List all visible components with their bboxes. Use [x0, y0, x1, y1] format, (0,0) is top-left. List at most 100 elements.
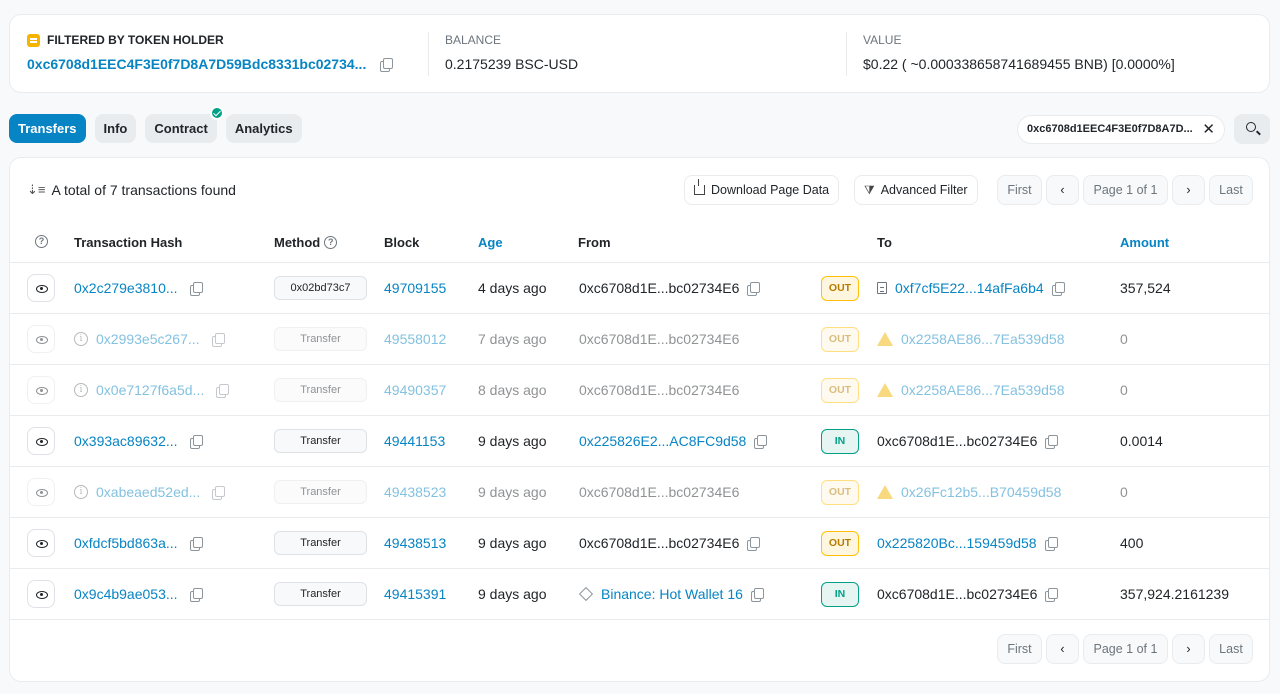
preview-eye-button[interactable]: [27, 274, 55, 302]
block-link[interactable]: 49558012: [384, 331, 446, 347]
prev-page-button[interactable]: ‹: [1046, 175, 1079, 205]
close-icon[interactable]: ✕: [1202, 116, 1215, 143]
amount-value: 400: [1120, 535, 1144, 551]
advanced-filter-button[interactable]: ⧩ Advanced Filter: [854, 175, 978, 205]
sort-icon: ⇣≡: [27, 182, 46, 197]
copy-icon[interactable]: [380, 57, 394, 72]
from-address-link[interactable]: 0x225826E2...AC8FC9d58: [579, 433, 746, 449]
token-holder-summary: FILTERED BY TOKEN HOLDER 0xc6708d1EEC4F3…: [9, 14, 1270, 93]
copy-icon[interactable]: [189, 536, 203, 551]
preview-eye-button[interactable]: [27, 427, 55, 455]
value-section: VALUE $0.22 ( ~0.000338658741689455 BNB)…: [846, 15, 1266, 92]
from-address: 0xc6708d1E...bc02734E6: [579, 382, 740, 398]
address-filter-chip: 0xc6708d1EEC4F3E0f7D8A7D... ✕: [1017, 115, 1225, 144]
copy-icon[interactable]: [189, 434, 203, 449]
method-badge: Transfer: [274, 531, 367, 555]
question-icon[interactable]: ?: [324, 236, 338, 249]
to-address-link[interactable]: 0x2258AE86...7Ea539d58: [901, 382, 1064, 398]
preview-eye-button[interactable]: [27, 325, 55, 353]
download-page-data-button[interactable]: Download Page Data: [684, 175, 840, 205]
method-badge: Transfer: [274, 582, 367, 606]
copy-icon[interactable]: [189, 281, 203, 296]
copy-icon[interactable]: [1045, 587, 1059, 602]
block-link[interactable]: 49438523: [384, 484, 446, 500]
copy-icon[interactable]: [754, 434, 768, 449]
to-address-link[interactable]: 0x225820Bc...159459d58: [877, 535, 1037, 551]
copy-icon[interactable]: [216, 383, 230, 398]
preview-eye-button[interactable]: [27, 580, 55, 608]
amount-value: 0: [1120, 484, 1128, 500]
search-button[interactable]: [1234, 114, 1270, 144]
info-icon: i: [74, 485, 88, 499]
tab-info[interactable]: Info: [94, 114, 137, 143]
tab-transfers[interactable]: Transfers: [9, 114, 86, 143]
table-row: 0x2c279e3810... 0x02bd73c7 49709155 4 da…: [10, 263, 1269, 314]
first-page-button[interactable]: First: [997, 175, 1042, 205]
amount-value: 357,524: [1120, 280, 1171, 296]
method-badge: Transfer: [274, 480, 367, 504]
header-amount[interactable]: Amount: [1120, 235, 1169, 250]
filter-chip-label: 0xc6708d1EEC4F3E0f7D8A7D...: [1027, 123, 1193, 135]
table-row: 0x393ac89632... Transfer 49441153 9 days…: [10, 416, 1269, 467]
tab-analytics[interactable]: Analytics: [225, 114, 302, 143]
tab-bar: Transfers Info Contract Analytics: [9, 106, 302, 143]
last-page-button-bottom[interactable]: Last: [1209, 634, 1253, 664]
copy-icon[interactable]: [189, 587, 203, 602]
from-address-link[interactable]: Binance: Hot Wallet 16: [601, 586, 743, 602]
header-age[interactable]: Age: [478, 235, 503, 250]
tx-hash-link[interactable]: 0x393ac89632...: [74, 433, 178, 449]
to-address-link[interactable]: 0x2258AE86...7Ea539d58: [901, 331, 1064, 347]
tx-hash-link[interactable]: 0x0e7127f6a5d...: [96, 382, 204, 398]
first-page-button-bottom[interactable]: First: [997, 634, 1042, 664]
tab-contract[interactable]: Contract: [145, 106, 224, 143]
table-row: 0x9c4b9ae053... Transfer 49415391 9 days…: [10, 569, 1269, 620]
copy-icon[interactable]: [212, 485, 226, 500]
to-address: 0xc6708d1E...bc02734E6: [877, 586, 1038, 602]
to-address-link[interactable]: 0xf7cf5E22...14afFa6b4: [895, 280, 1044, 296]
block-link[interactable]: 49438513: [384, 535, 446, 551]
amount-value: 0: [1120, 331, 1128, 347]
total-count-text: A total of 7 transactions found: [51, 182, 236, 198]
to-address-link[interactable]: 0x26Fc12b5...B70459d58: [901, 484, 1061, 500]
table-row: i 0x2993e5c267... Transfer 49558012 7 day…: [10, 314, 1269, 365]
tx-hash-link[interactable]: 0xabeaed52ed...: [96, 484, 200, 500]
copy-icon[interactable]: [211, 332, 225, 347]
preview-eye-button[interactable]: [27, 376, 55, 404]
balance-value: 0.2175239 BSC-USD: [445, 56, 579, 72]
table-row: 0xfdcf5bd863a... Transfer 49438513 9 day…: [10, 518, 1269, 569]
tx-hash-link[interactable]: 0xfdcf5bd863a...: [74, 535, 178, 551]
copy-icon[interactable]: [1051, 281, 1065, 296]
table-row: i 0x0e7127f6a5d... Transfer 49490357 8 da…: [10, 365, 1269, 416]
tx-hash-link[interactable]: 0x9c4b9ae053...: [74, 586, 178, 602]
block-link[interactable]: 49415391: [384, 586, 446, 602]
tx-hash-link[interactable]: 0x2993e5c267...: [96, 331, 200, 347]
copy-icon[interactable]: [1045, 434, 1059, 449]
wallet-icon: [27, 33, 40, 47]
verified-check-icon: [209, 106, 224, 120]
table-header: ? Transaction Hash Method ? Block Age Fr…: [10, 230, 1269, 263]
amount-value: 0.0014: [1120, 433, 1163, 449]
holder-value-row: 0xc6708d1EEC4F3E0f7D8A7D59Bdc8331bc02734…: [27, 56, 411, 72]
age-text: 9 days ago: [478, 535, 547, 551]
copy-icon[interactable]: [747, 281, 761, 296]
age-text: 9 days ago: [478, 433, 547, 449]
header-method-label: Method: [274, 235, 321, 250]
copy-icon[interactable]: [747, 536, 761, 551]
preview-eye-button[interactable]: [27, 529, 55, 557]
copy-icon[interactable]: [1044, 536, 1058, 551]
next-page-button[interactable]: ›: [1172, 175, 1205, 205]
to-address: 0xc6708d1E...bc02734E6: [877, 433, 1038, 449]
prev-page-button-bottom[interactable]: ‹: [1046, 634, 1079, 664]
header-hash: Transaction Hash: [74, 235, 183, 250]
warning-icon: [877, 332, 893, 346]
block-link[interactable]: 49709155: [384, 280, 446, 296]
last-page-button[interactable]: Last: [1209, 175, 1253, 205]
block-link[interactable]: 49490357: [384, 382, 446, 398]
copy-icon[interactable]: [750, 587, 764, 602]
preview-eye-button[interactable]: [27, 478, 55, 506]
help-icon-col[interactable]: ?: [35, 235, 48, 248]
tx-hash-link[interactable]: 0x2c279e3810...: [74, 280, 178, 296]
next-page-button-bottom[interactable]: ›: [1172, 634, 1205, 664]
holder-address-link[interactable]: 0xc6708d1EEC4F3E0f7D8A7D59Bdc8331bc02734…: [27, 56, 366, 72]
block-link[interactable]: 49441153: [384, 433, 445, 449]
